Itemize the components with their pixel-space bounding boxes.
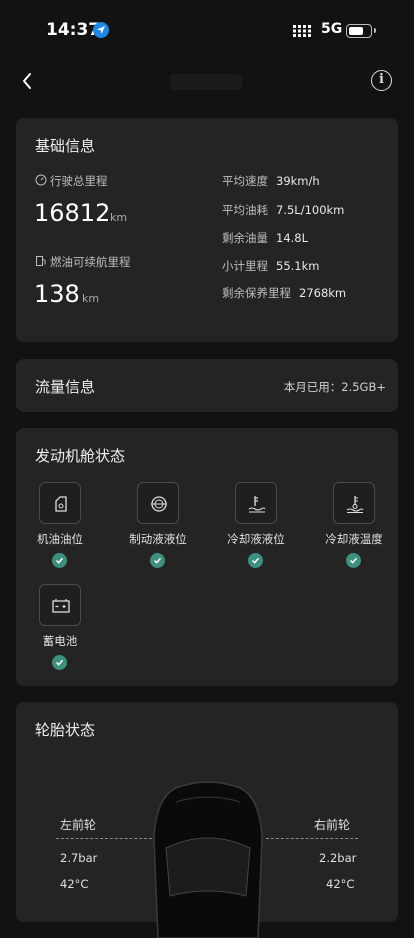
detail-remaining-fuel: 剩余油量 14.8L — [222, 231, 309, 245]
tires-title: 轮胎状态 — [35, 721, 96, 739]
engine-item-brake[interactable]: 制动液液位 — [114, 482, 204, 582]
detail-maintenance: 剩余保养里程 2768km — [222, 286, 347, 300]
coolant-level-icon — [235, 482, 277, 524]
detail-trip: 小计里程 55.1km — [222, 259, 320, 273]
fuel-pump-icon — [36, 256, 46, 266]
blurred-title — [170, 74, 242, 90]
fuel-range-value: 138 — [34, 280, 80, 308]
back-icon[interactable] — [16, 68, 38, 94]
odometer-label: 行驶总里程 — [50, 174, 108, 188]
oil-can-icon — [39, 482, 81, 524]
front-left-label: 左前轮 — [60, 818, 97, 832]
location-arrow-icon — [93, 22, 109, 38]
basic-info-card: 基础信息 行驶总里程 16812 km 燃油可续航里程 138 km 平均速度 3… — [16, 118, 398, 342]
brake-fluid-icon — [137, 482, 179, 524]
signal-icon — [293, 25, 311, 37]
front-right-pressure: 2.2bar — [319, 851, 357, 865]
battery-icon — [39, 584, 81, 626]
odometer-unit: km — [110, 211, 128, 224]
coolant-temperature-icon — [333, 482, 375, 524]
detail-avg-fuel: 平均油耗 7.5L/100km — [222, 203, 345, 217]
basic-info-title: 基础信息 — [35, 137, 96, 155]
check-icon — [52, 655, 67, 670]
network-type: 5G — [321, 21, 343, 37]
traffic-card[interactable]: 流量信息 本月已用：2.5GB+ — [16, 359, 398, 412]
front-right-line — [266, 838, 358, 839]
check-icon — [52, 553, 67, 568]
engine-item-coolant-temp[interactable]: 冷却液温度 — [310, 482, 400, 582]
engine-item-battery[interactable]: 蓄电池 — [16, 584, 106, 684]
tires-card: 轮胎状态 左前轮 2.7bar 42°C 右前轮 2.2bar 42°C — [16, 702, 398, 938]
info-icon[interactable]: i — [371, 70, 392, 91]
engine-item-oil[interactable]: 机油油位 — [16, 482, 106, 582]
car-top-view-icon — [153, 781, 263, 938]
front-right-temperature: 42°C — [326, 877, 355, 891]
traffic-title: 流量信息 — [35, 378, 96, 396]
front-left-pressure: 2.7bar — [60, 851, 98, 865]
status-bar: 14:37 5G — [0, 0, 414, 60]
engine-card: 发动机舱状态 机油油位 制动液液位 冷却液液位 冷却液温度 蓄电池 — [16, 428, 398, 686]
nav-bar: i — [0, 60, 414, 104]
traffic-usage: 本月已用：2.5GB+ — [283, 380, 386, 394]
engine-title: 发动机舱状态 — [35, 447, 126, 465]
odometer-value: 16812 — [34, 199, 111, 227]
engine-item-coolant-level[interactable]: 冷却液液位 — [212, 482, 302, 582]
front-left-line — [56, 838, 152, 839]
check-icon — [150, 553, 165, 568]
front-right-label: 右前轮 — [314, 818, 351, 832]
battery-status-icon — [346, 24, 372, 38]
front-left-temperature: 42°C — [60, 877, 89, 891]
battery-tip — [374, 28, 376, 33]
fuel-range-label: 燃油可续航里程 — [50, 255, 131, 269]
check-icon — [248, 553, 263, 568]
fuel-range-unit: km — [82, 292, 100, 305]
detail-avg-speed: 平均速度 39km/h — [222, 174, 320, 188]
odometer-icon — [35, 174, 47, 186]
status-time: 14:37 — [46, 20, 101, 40]
check-icon — [346, 553, 361, 568]
